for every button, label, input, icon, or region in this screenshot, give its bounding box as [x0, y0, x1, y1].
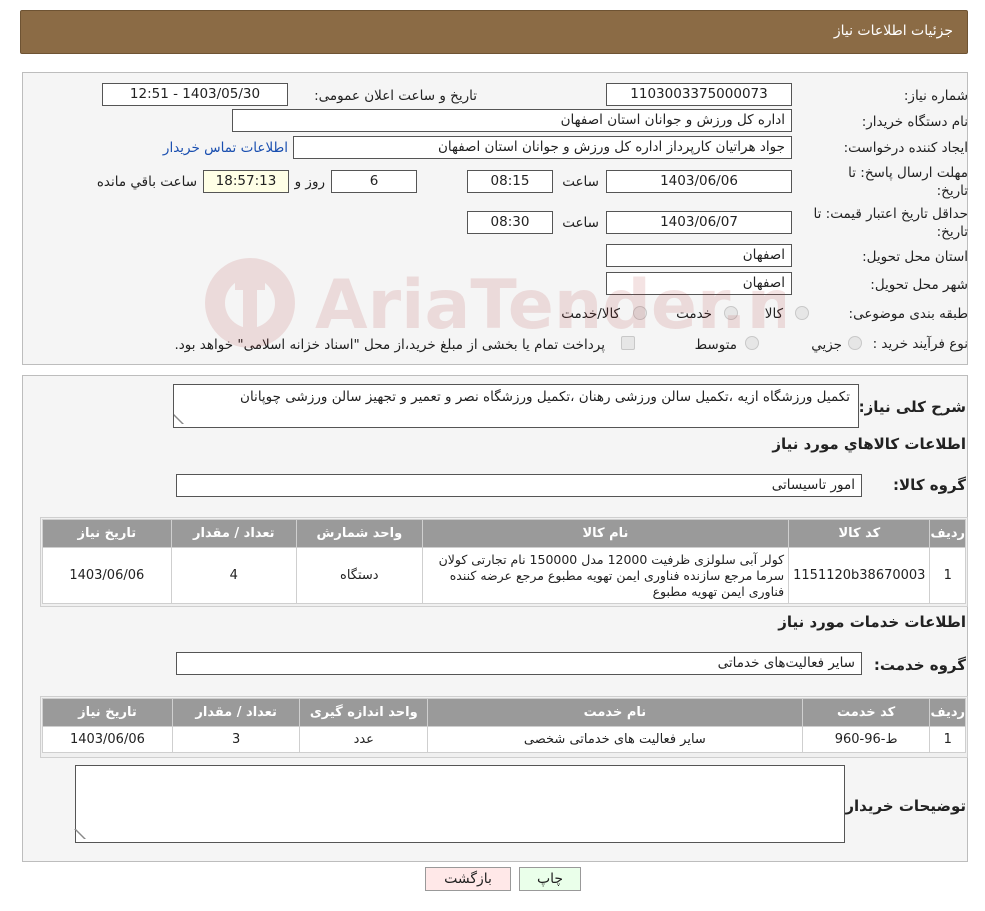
category-service-label: خدمت [676, 306, 712, 322]
treasury-bonds-checkbox[interactable] [621, 336, 635, 350]
announce-field: 1403/05/30 - 12:51 [102, 83, 288, 106]
services-section-title: اطلاعات خدمات مورد نیاز [778, 613, 966, 631]
goods-col-row: ردیف [929, 519, 966, 548]
category-goods-label: کالا [764, 306, 783, 322]
goods-col-unit: واحد شمارش [295, 519, 423, 548]
delivery-city-field: اصفهان [606, 272, 792, 295]
services-cell-name: سایر فعالیت های خدماتی شخصی [427, 726, 803, 753]
buyer-org-field: اداره کل ورزش و جوانان استان اصفهان [232, 109, 792, 132]
category-goods-service-radio[interactable] [633, 306, 647, 320]
reply-deadline-label: مهلت ارسال پاسخ: تا [848, 165, 968, 181]
services-col-name: نام خدمت [427, 698, 803, 727]
purchase-medium-label: متوسط [694, 337, 737, 353]
purchase-medium-radio[interactable] [745, 336, 759, 350]
remaining-label: ساعت باقي مانده [96, 174, 197, 190]
resize-grip-icon[interactable] [74, 829, 94, 839]
services-col-date: تاریخ نیاز [42, 698, 173, 727]
purchase-minor-radio[interactable] [848, 336, 862, 350]
services-cell-date: 1403/06/06 [42, 726, 173, 753]
contact-info-link[interactable]: اطلاعات تماس خریدار [163, 140, 288, 156]
services-col-row: ردیف [929, 698, 966, 727]
goods-col-date: تاریخ نیاز [42, 519, 172, 548]
service-group-label: گروه خدمت: [873, 656, 966, 674]
price-validity-date-field: 1403/06/07 [606, 211, 792, 234]
need-number-label: شماره نیاز: [903, 88, 968, 104]
reply-date-field: 1403/06/06 [606, 170, 792, 193]
delivery-province-label: استان محل تحویل: [862, 249, 968, 265]
table-row: 1 ط-96-960 سایر فعالیت های خدماتی شخصی ع… [42, 726, 966, 753]
back-button[interactable]: بازگشت [425, 867, 511, 891]
goods-cell-date: 1403/06/06 [42, 547, 172, 604]
goods-cell-qty: 4 [170, 547, 297, 604]
buyer-org-label: نام دستگاه خریدار: [861, 114, 968, 130]
category-goods-radio[interactable] [795, 306, 809, 320]
description-textarea[interactable]: تکمیل ورزشگاه ازیه ،تکمیل سالن ورزشی رهن… [173, 384, 859, 428]
services-table: ردیف کد خدمت نام خدمت واحد اندازه گیری ت… [42, 698, 966, 753]
price-validity-label: حداقل تاریخ اعتبار قیمت: تا [813, 206, 968, 222]
services-cell-unit: عدد [299, 726, 429, 753]
reply-time-field: 08:15 [467, 170, 553, 193]
services-col-code: کد خدمت [801, 698, 931, 727]
page-header: جزئیات اطلاعات نیاز [20, 10, 968, 54]
goods-col-qty: تعداد / مقدار [170, 519, 297, 548]
services-cell-row: 1 [929, 726, 966, 753]
days-label: روز و [294, 174, 325, 190]
table-row: 1 1151120b38670003 کولر آبی سلولزی ظرفیت… [42, 547, 966, 604]
need-number-field: 1103003375000073 [606, 83, 792, 106]
goods-group-label: گروه کالا: [893, 476, 966, 494]
payment-note: پرداخت تمام یا بخشی از مبلغ خرید،از محل … [174, 337, 605, 353]
goods-cell-name: کولر آبی سلولزی ظرفیت 12000 مدل 150000 ن… [421, 547, 790, 604]
goods-table: ردیف کد کالا نام کالا واحد شمارش تعداد /… [42, 519, 966, 604]
creator-label: ایجاد کننده درخواست: [843, 140, 968, 156]
services-cell-qty: 3 [171, 726, 301, 753]
days-count-field: 6 [331, 170, 417, 193]
category-label: طبقه بندی موضوعی: [848, 306, 968, 322]
remaining-time-field: 18:57:13 [203, 170, 289, 193]
page-title: جزئیات اطلاعات نیاز [833, 23, 953, 39]
service-group-field: سایر فعالیت‌های خدماتی [176, 652, 862, 675]
buyer-notes-label: توضیحات خریدار: [839, 797, 966, 815]
delivery-city-label: شهر محل تحویل: [870, 277, 968, 293]
category-service-radio[interactable] [724, 306, 738, 320]
purchase-minor-label: جزیي [811, 337, 842, 353]
goods-col-name: نام کالا [421, 519, 790, 548]
reply-time-label: ساعت [562, 174, 599, 190]
services-cell-code: ط-96-960 [801, 726, 931, 753]
goods-cell-unit: دستگاه [295, 547, 423, 604]
services-col-qty: تعداد / مقدار [171, 698, 301, 727]
goods-group-field: امور تاسیساتی [176, 474, 862, 497]
announce-label: تاریخ و ساعت اعلان عمومی: [314, 88, 477, 104]
description-label: شرح کلی نیاز: [858, 398, 966, 416]
delivery-province-field: اصفهان [606, 244, 792, 267]
price-validity-time-field: 08:30 [467, 211, 553, 234]
description-text: تکمیل ورزشگاه ازیه ،تکمیل سالن ورزشی رهن… [240, 389, 850, 405]
goods-section-title: اطلاعات کالاهاي مورد نياز [772, 435, 966, 453]
goods-col-code: کد کالا [788, 519, 931, 548]
goods-cell-code: 1151120b38670003 [788, 547, 931, 604]
buyer-notes-textarea[interactable] [74, 765, 845, 843]
resize-grip-icon[interactable] [174, 414, 192, 424]
print-button[interactable]: چاپ [519, 867, 581, 891]
price-validity-label-2: تاریخ: [936, 224, 968, 240]
reply-deadline-label-2: تاریخ: [936, 183, 968, 199]
category-goods-service-label: کالا/خدمت [561, 306, 620, 322]
creator-field: جواد هراتیان کارپرداز اداره کل ورزش و جو… [293, 136, 792, 159]
price-validity-time-label: ساعت [562, 215, 599, 231]
goods-cell-row: 1 [929, 547, 966, 604]
purchase-type-label: نوع فرآیند خرید : [872, 336, 968, 352]
services-col-unit: واحد اندازه گیری [299, 698, 429, 727]
